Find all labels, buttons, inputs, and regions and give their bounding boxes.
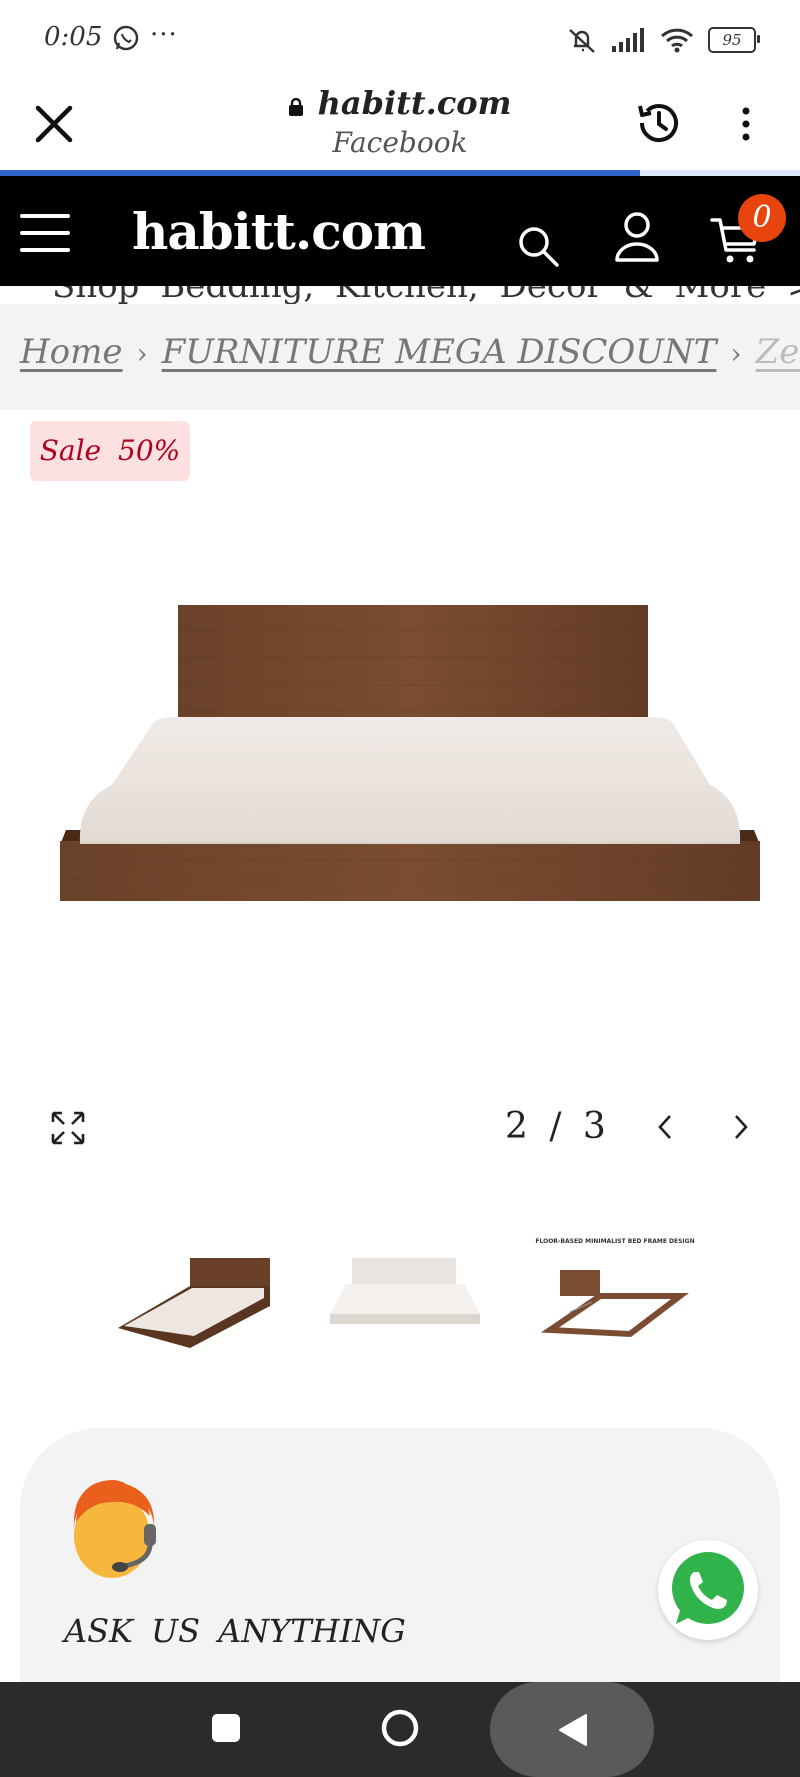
breadcrumb-home[interactable]: Home [20, 332, 122, 372]
battery-level: 95 [722, 31, 742, 49]
support-agent-icon [73, 1480, 156, 1578]
site-logo[interactable]: habitt.com [132, 202, 426, 261]
mute-vibrate-icon [569, 29, 595, 53]
breadcrumb-separator: › [730, 337, 742, 370]
product-main-image[interactable] [60, 605, 762, 905]
lock-icon [289, 97, 304, 116]
whatsapp-button[interactable] [658, 1540, 758, 1640]
status-bar: 0:05 ··· 95 [0, 0, 800, 76]
thumbnail-3-caption: FLOOR-BASED MINIMALIST BED FRAME DESIGN [535, 1238, 695, 1245]
thumbnail-3[interactable] [530, 1230, 700, 1360]
search-icon[interactable] [516, 224, 560, 268]
site-header: habitt.com [0, 176, 800, 286]
breadcrumb: Home › FURNITURE MEGA DISCOUNT › Zen [0, 304, 800, 410]
system-navigation-bar [0, 1682, 800, 1777]
breadcrumb-separator: › [136, 337, 148, 370]
thumbnail-2[interactable] [320, 1230, 490, 1360]
more-vert-icon[interactable] [736, 106, 756, 142]
chevron-left-icon[interactable] [654, 1110, 676, 1144]
back-button[interactable] [556, 1712, 590, 1748]
thumbnail-strip: FLOOR-BASED MINIMALIST BED FRAME DESIGN [110, 1230, 710, 1360]
whatsapp-notification-icon [113, 25, 139, 51]
history-icon[interactable] [632, 98, 682, 148]
expand-icon[interactable] [50, 1110, 86, 1146]
whatsapp-icon [672, 1552, 744, 1624]
breadcrumb-product[interactable]: Zen [756, 332, 800, 372]
gallery-counter: 2 / 3 [505, 1106, 606, 1147]
ask-us-anything-label[interactable]: ASK US ANYTHING [64, 1612, 406, 1650]
notification-more: ··· [150, 20, 178, 50]
signal-icon [612, 28, 644, 52]
recents-button[interactable] [212, 1714, 240, 1742]
promo-text: Shop Bedding, Kitchen, Decor & More > [52, 286, 800, 304]
hamburger-menu-icon[interactable] [20, 214, 70, 252]
browser-toolbar: habitt.com Facebook [0, 76, 800, 172]
breadcrumb-category[interactable]: FURNITURE MEGA DISCOUNT [162, 332, 717, 372]
wifi-icon [660, 28, 694, 53]
url-domain: habitt.com [317, 84, 512, 122]
status-icons: 95 [566, 24, 760, 56]
status-time: 0:05 [44, 22, 103, 52]
battery-indicator: 95 [708, 27, 760, 53]
chevron-right-icon[interactable] [730, 1110, 752, 1144]
promo-marquee[interactable]: Shop Bedding, Kitchen, Decor & More > [0, 286, 800, 304]
sale-badge: Sale 50% [30, 421, 190, 481]
gallery-controls: 2 / 3 [0, 1100, 800, 1162]
thumbnail-1[interactable] [110, 1230, 280, 1360]
cart-count-badge[interactable]: 0 [738, 194, 786, 242]
user-icon[interactable] [612, 210, 662, 264]
home-button[interactable] [380, 1708, 420, 1748]
